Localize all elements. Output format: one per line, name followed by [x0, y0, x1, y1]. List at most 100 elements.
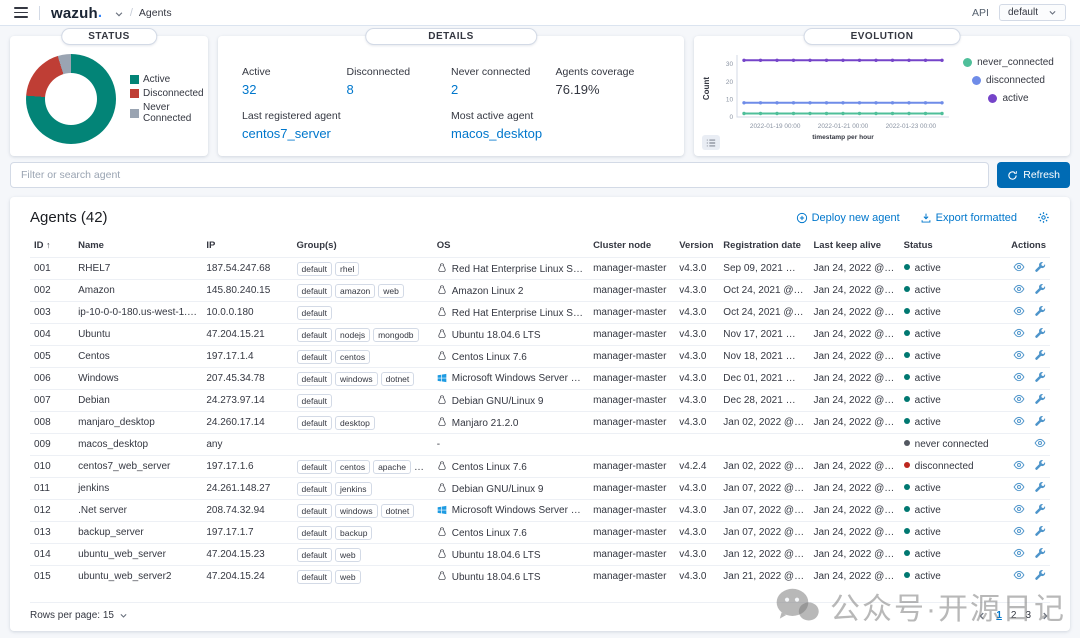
group-badge[interactable]: default	[296, 459, 333, 474]
evolution-legend-item[interactable]: disconnected	[972, 75, 1045, 86]
manage-agent-icon[interactable]	[1034, 415, 1046, 427]
group-badge[interactable]: windows	[335, 371, 378, 386]
status-donut-chart[interactable]	[26, 54, 116, 144]
group-badge[interactable]: default	[296, 371, 333, 386]
group-badge[interactable]: windows	[335, 503, 378, 518]
manage-agent-icon[interactable]	[1034, 305, 1046, 317]
agent-row[interactable]: 013 backup_server 197.17.1.7 default backup C…	[30, 521, 1050, 544]
view-agent-icon[interactable]	[1013, 327, 1025, 339]
agent-row[interactable]: 001 RHEL7 187.54.247.68 default rhel Red Hat …	[30, 257, 1050, 280]
view-agent-icon[interactable]	[1013, 415, 1025, 427]
agent-name-cell[interactable]: ubuntu_web_server	[74, 543, 203, 566]
view-agent-icon[interactable]	[1013, 305, 1025, 317]
agent-name-cell[interactable]: Windows	[74, 367, 203, 390]
pagination-page[interactable]: 1	[996, 610, 1002, 621]
agent-name-cell[interactable]: RHEL7	[74, 257, 203, 280]
api-select[interactable]: default	[998, 4, 1066, 21]
stat-never-connected-value[interactable]: 2	[451, 82, 556, 97]
agent-row[interactable]: 012 .Net server 208.74.32.94 default windows…	[30, 499, 1050, 522]
group-badge[interactable]: default	[296, 349, 333, 364]
column-header-ip[interactable]: IP	[202, 235, 292, 258]
group-badge[interactable]: desktop	[335, 415, 375, 430]
status-legend-item[interactable]: Disconnected	[130, 88, 204, 99]
agent-row[interactable]: 002 Amazon 145.80.240.15 default amazon web Am…	[30, 279, 1050, 302]
group-badge[interactable]: rhel	[335, 261, 360, 276]
agent-row[interactable]: 009 macos_desktop any - never connected	[30, 433, 1050, 456]
rows-per-page-select[interactable]: Rows per page: 15	[30, 610, 128, 621]
manage-agent-icon[interactable]	[1034, 503, 1046, 515]
gear-icon[interactable]	[1037, 211, 1050, 224]
group-badge[interactable]: default	[296, 305, 333, 320]
agent-name-cell[interactable]: centos7_web_server	[74, 455, 203, 478]
group-badge[interactable]: mongodb	[373, 327, 419, 342]
view-agent-icon[interactable]	[1013, 525, 1025, 537]
manage-agent-icon[interactable]	[1034, 393, 1046, 405]
stat-disconnected-value[interactable]: 8	[347, 82, 452, 97]
pagination-next[interactable]	[1040, 611, 1050, 621]
refresh-button[interactable]: Refresh	[997, 162, 1070, 188]
agent-row[interactable]: 015 ubuntu_web_server2 47.204.15.24 default…	[30, 565, 1050, 588]
group-badge[interactable]: default	[296, 569, 333, 584]
agent-row[interactable]: 004 Ubuntu 47.204.15.21 default nodejs mongod…	[30, 323, 1050, 346]
group-badge[interactable]: default	[296, 503, 333, 518]
agent-row[interactable]: 008 manjaro_desktop 24.260.17.14 default des…	[30, 411, 1050, 434]
view-agent-icon[interactable]	[1013, 393, 1025, 405]
menu-icon[interactable]	[14, 7, 28, 18]
group-badge[interactable]: jenkins	[335, 481, 372, 496]
view-agent-icon[interactable]	[1013, 569, 1025, 581]
column-header-version[interactable]: Version	[675, 235, 719, 258]
view-agent-icon[interactable]	[1013, 371, 1025, 383]
group-badge[interactable]: web	[335, 569, 361, 584]
deploy-new-agent-button[interactable]: Deploy new agent	[796, 212, 900, 224]
view-agent-icon[interactable]	[1034, 437, 1046, 449]
column-header-groups[interactable]: Group(s)	[293, 235, 433, 258]
manage-agent-icon[interactable]	[1034, 459, 1046, 471]
pagination-page[interactable]: 2	[1011, 610, 1017, 621]
group-badge[interactable]: centos	[335, 459, 371, 474]
view-agent-icon[interactable]	[1013, 547, 1025, 559]
group-badge[interactable]: default	[296, 261, 333, 276]
last-registered-agent-link[interactable]: centos7_server	[242, 126, 347, 141]
view-agent-icon[interactable]	[1013, 261, 1025, 273]
group-badge[interactable]: default	[296, 525, 333, 540]
search-input[interactable]	[10, 162, 990, 188]
status-legend-item[interactable]: Never Connected	[130, 102, 204, 124]
group-badge[interactable]: web	[378, 283, 404, 298]
group-badge[interactable]: default	[296, 327, 333, 342]
manage-agent-icon[interactable]	[1034, 481, 1046, 493]
agent-name-cell[interactable]: Debian	[74, 389, 203, 412]
group-badge[interactable]: nodejs	[335, 327, 371, 342]
manage-agent-icon[interactable]	[1034, 371, 1046, 383]
evolution-legend-item[interactable]: never_connected	[963, 57, 1054, 68]
agent-name-cell[interactable]: Ubuntu	[74, 323, 203, 346]
agent-row[interactable]: 014 ubuntu_web_server 47.204.15.23 default w…	[30, 543, 1050, 566]
wazuh-logo[interactable]: wazuh.	[51, 4, 109, 22]
legend-toggle-icon[interactable]	[702, 135, 720, 150]
view-agent-icon[interactable]	[1013, 459, 1025, 471]
group-badge[interactable]: web	[335, 547, 361, 562]
column-header-cluster_node[interactable]: Cluster node	[589, 235, 675, 258]
agent-name-cell[interactable]: backup_server	[74, 521, 203, 544]
group-badge[interactable]: centos	[335, 349, 371, 364]
agent-row[interactable]: 003ip-10-0-0-180.us-west-1.comput...10.0…	[30, 301, 1050, 324]
group-badge[interactable]: default	[296, 415, 333, 430]
column-header-name[interactable]: Name	[74, 235, 202, 258]
agent-name-cell[interactable]: Amazon	[74, 279, 203, 302]
group-badge[interactable]: amazon	[335, 283, 376, 298]
group-badge[interactable]: backup	[335, 525, 373, 540]
column-header-last_keep_alive[interactable]: Last keep alive	[809, 235, 899, 258]
column-header-status[interactable]: Status	[900, 235, 996, 258]
manage-agent-icon[interactable]	[1034, 283, 1046, 295]
breadcrumb[interactable]: Agents	[139, 7, 172, 19]
agent-row[interactable]: 007 Debian 24.273.97.14 default Debian GNU/L…	[30, 389, 1050, 412]
group-badge[interactable]: dotnet	[380, 371, 415, 386]
view-agent-icon[interactable]	[1013, 349, 1025, 361]
group-badge[interactable]: default	[296, 283, 333, 298]
view-agent-icon[interactable]	[1013, 481, 1025, 493]
agent-row[interactable]: 005 Centos 197.17.1.4 default centos Centos L…	[30, 345, 1050, 368]
group-badge[interactable]: default	[296, 393, 333, 408]
agent-name-cell[interactable]: .Net server	[74, 499, 203, 522]
chevron-down-icon[interactable]	[114, 9, 124, 19]
evolution-legend-item[interactable]: active	[988, 93, 1029, 104]
column-header-os[interactable]: OS	[433, 235, 589, 258]
